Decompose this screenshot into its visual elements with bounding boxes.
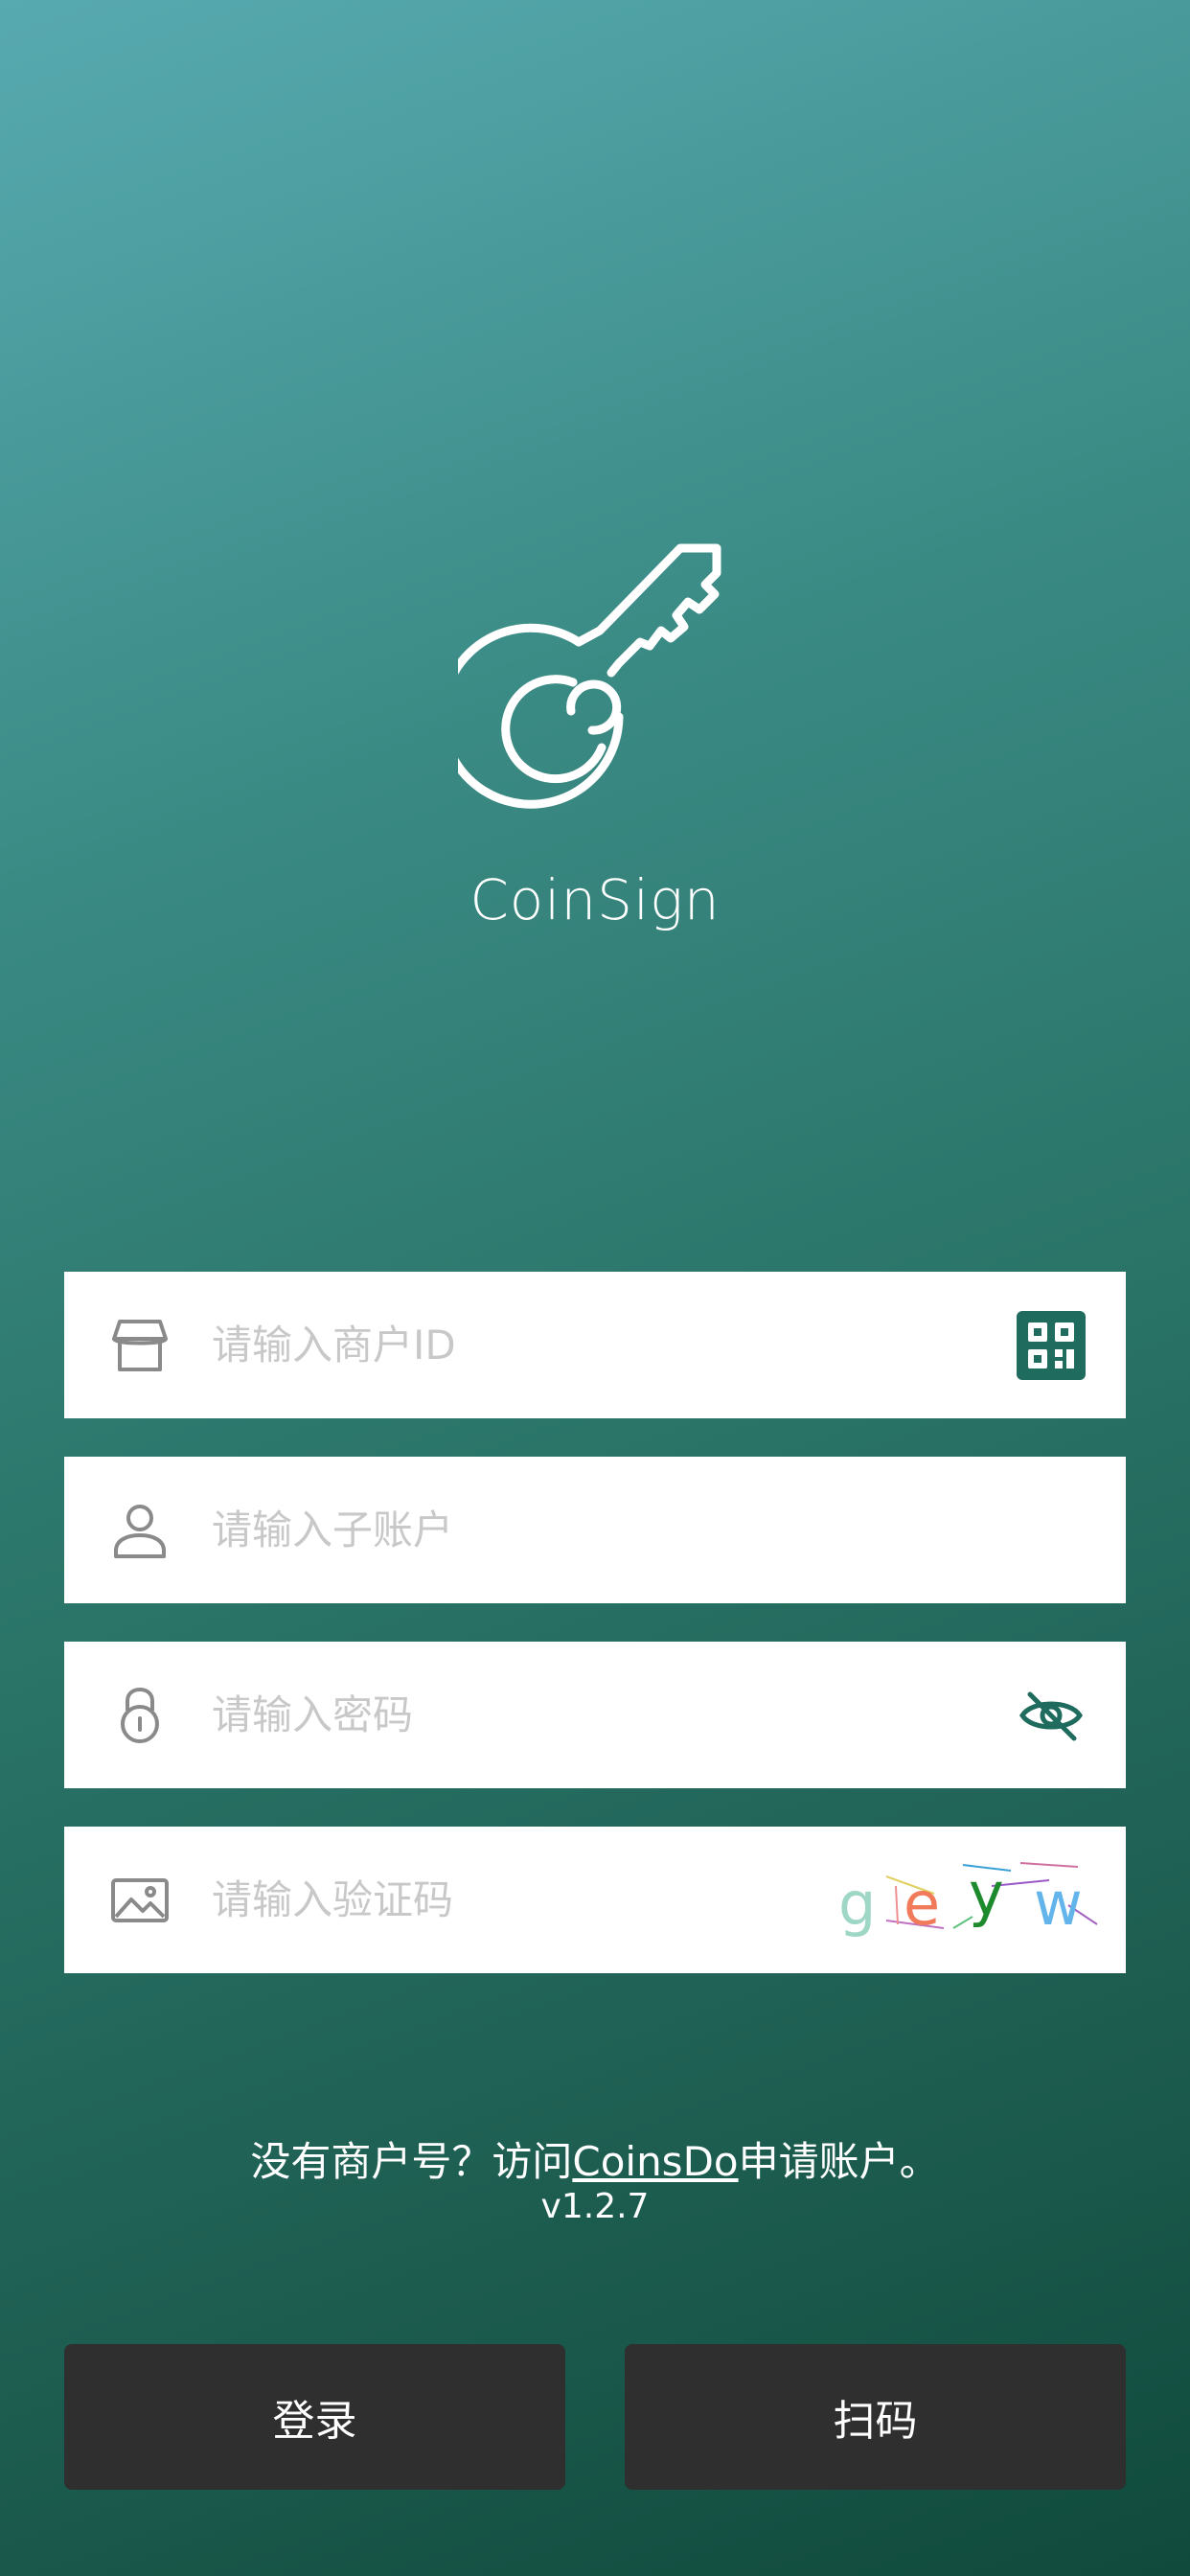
login-button[interactable]: 登录 <box>64 2344 565 2490</box>
captcha-letter: g <box>838 1869 876 1939</box>
captcha-text: geyw <box>838 1859 1083 1939</box>
password-input[interactable] <box>210 1641 1017 1789</box>
sub-account-input[interactable] <box>210 1456 1126 1604</box>
store-icon <box>112 1319 168 1371</box>
app-title: CoinSign <box>469 867 721 932</box>
register-hint-prefix: 没有商户号？访问 <box>250 2138 573 2185</box>
captcha-letter: y <box>969 1859 1004 1929</box>
coinsdo-link[interactable]: CoinsDo <box>572 2138 738 2185</box>
qr-scan-icon[interactable] <box>1017 1310 1086 1380</box>
captcha-field: geyw <box>64 1826 1126 1974</box>
captcha-letter: e <box>904 1869 940 1939</box>
merchant-id-input[interactable] <box>210 1271 1017 1419</box>
eye-off-icon[interactable] <box>1017 1681 1086 1750</box>
register-hint-suffix: 申请账户。 <box>738 2138 940 2185</box>
scan-button[interactable]: 扫码 <box>625 2344 1126 2490</box>
merchant-id-field <box>64 1271 1126 1419</box>
coinsign-key-logo <box>458 543 721 809</box>
captcha-letter: w <box>1034 1869 1083 1939</box>
captcha-input[interactable] <box>210 1826 829 1974</box>
password-field <box>64 1641 1126 1789</box>
captcha-image[interactable]: geyw <box>829 1848 1107 1953</box>
register-hint: 没有商户号？访问CoinsDo申请账户。 <box>0 2129 1190 2188</box>
lock-icon <box>121 1687 159 1743</box>
image-icon <box>111 1877 169 1922</box>
app-version: v1.2.7 <box>540 2187 650 2226</box>
sub-account-field <box>64 1456 1126 1604</box>
user-icon <box>114 1504 166 1558</box>
